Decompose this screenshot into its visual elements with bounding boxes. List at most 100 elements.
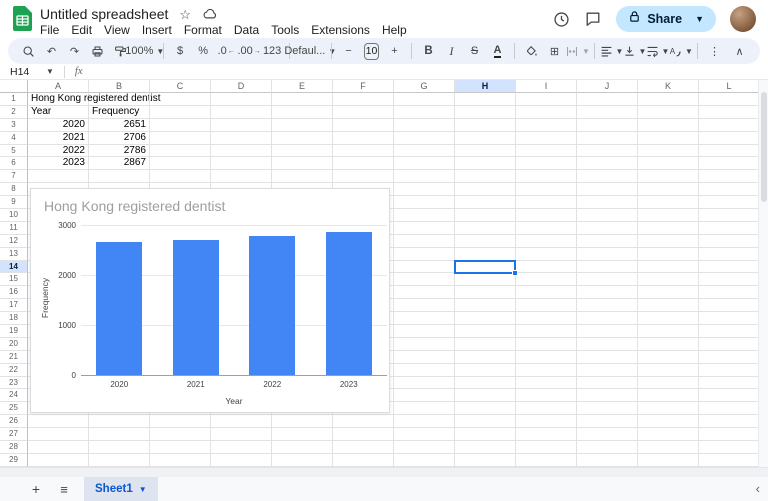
column-header-e[interactable]: E: [272, 80, 333, 93]
cell-g15[interactable]: [394, 273, 455, 287]
cell-j16[interactable]: [577, 286, 638, 300]
row-header-4[interactable]: 4: [0, 131, 28, 145]
column-header-i[interactable]: I: [516, 80, 577, 93]
cell-j13[interactable]: [577, 247, 638, 261]
cell-g19[interactable]: [394, 325, 455, 338]
cell-i7[interactable]: [516, 170, 577, 184]
cell-k7[interactable]: [638, 170, 699, 184]
cell-l1[interactable]: [699, 93, 758, 106]
cell-i24[interactable]: [516, 389, 577, 403]
cell-g16[interactable]: [394, 286, 455, 300]
vertical-scrollbar-thumb[interactable]: [761, 92, 767, 202]
cell-l9[interactable]: [699, 196, 758, 210]
cell-j9[interactable]: [577, 196, 638, 210]
cell-k3[interactable]: [638, 118, 699, 132]
increase-font-size-button[interactable]: +: [384, 40, 405, 62]
column-header-j[interactable]: J: [577, 80, 638, 93]
cell-d1[interactable]: [211, 93, 272, 106]
add-sheet-button[interactable]: +: [24, 481, 48, 497]
row-header-19[interactable]: 19: [0, 325, 28, 338]
cell-h15[interactable]: [455, 273, 516, 287]
cell-e5[interactable]: [272, 144, 333, 158]
cell-k27[interactable]: [638, 428, 699, 442]
sheet-tab-sheet1[interactable]: Sheet1 ▼: [84, 477, 158, 501]
cell-b1[interactable]: [89, 93, 150, 106]
cell-l24[interactable]: [699, 389, 758, 403]
cell-i28[interactable]: [516, 441, 577, 454]
more-button[interactable]: ⋮: [704, 40, 725, 62]
cell-c29[interactable]: [150, 453, 211, 467]
column-header-f[interactable]: F: [333, 80, 394, 93]
decrease-font-size-button[interactable]: −: [338, 40, 359, 62]
cell-k6[interactable]: [638, 157, 699, 171]
hide-toolbar-button[interactable]: ∧: [729, 40, 750, 62]
cell-j3[interactable]: [577, 118, 638, 132]
cell-b6[interactable]: 2867: [89, 157, 150, 171]
cell-g6[interactable]: [394, 157, 455, 171]
row-header-20[interactable]: 20: [0, 337, 28, 351]
cell-h2[interactable]: [455, 105, 516, 119]
row-header-24[interactable]: 24: [0, 389, 28, 403]
cell-l10[interactable]: [699, 209, 758, 222]
cell-l22[interactable]: [699, 364, 758, 377]
cell-g7[interactable]: [394, 170, 455, 184]
row-header-18[interactable]: 18: [0, 312, 28, 326]
cell-h20[interactable]: [455, 337, 516, 351]
row-header-25[interactable]: 25: [0, 402, 28, 416]
row-header-8[interactable]: 8: [0, 183, 28, 197]
italic-button[interactable]: I: [441, 40, 462, 62]
cell-g29[interactable]: [394, 453, 455, 467]
print-button[interactable]: [87, 40, 108, 62]
name-box-caret-icon[interactable]: ▼: [46, 67, 54, 76]
cell-g4[interactable]: [394, 131, 455, 145]
cell-i14[interactable]: [516, 260, 577, 274]
cell-d4[interactable]: [211, 131, 272, 145]
cell-d27[interactable]: [211, 428, 272, 442]
cell-l21[interactable]: [699, 351, 758, 364]
star-icon[interactable]: ☆: [179, 8, 191, 21]
version-history-icon[interactable]: [552, 10, 570, 28]
cell-k20[interactable]: [638, 337, 699, 351]
cell-l19[interactable]: [699, 325, 758, 338]
fill-handle[interactable]: [512, 269, 518, 276]
cell-d7[interactable]: [211, 170, 272, 184]
font-size[interactable]: 10: [361, 40, 382, 62]
cell-k9[interactable]: [638, 196, 699, 210]
cell-h27[interactable]: [455, 428, 516, 442]
cell-c28[interactable]: [150, 441, 211, 454]
cell-g5[interactable]: [394, 144, 455, 158]
cell-j7[interactable]: [577, 170, 638, 184]
vertical-scrollbar[interactable]: [758, 80, 768, 467]
cell-i4[interactable]: [516, 131, 577, 145]
cell-g12[interactable]: [394, 234, 455, 248]
row-header-14[interactable]: 14: [0, 260, 28, 274]
cell-l11[interactable]: [699, 222, 758, 235]
cell-i20[interactable]: [516, 337, 577, 351]
menu-item-help[interactable]: Help: [376, 22, 413, 38]
cell-l13[interactable]: [699, 248, 758, 261]
cell-c3[interactable]: [150, 118, 211, 132]
cell-f26[interactable]: [333, 415, 394, 429]
cell-k29[interactable]: [638, 453, 699, 467]
cell-l18[interactable]: [699, 312, 758, 326]
column-header-l[interactable]: L: [699, 80, 758, 93]
column-header-g[interactable]: G: [394, 80, 455, 93]
cell-j1[interactable]: [577, 93, 638, 106]
cell-j4[interactable]: [577, 131, 638, 145]
cell-d2[interactable]: [211, 105, 272, 119]
share-button[interactable]: Share ▼: [616, 6, 716, 32]
cloud-status-icon[interactable]: [202, 6, 218, 22]
fill-color-button[interactable]: [521, 40, 542, 62]
cell-k4[interactable]: [638, 131, 699, 145]
cell-i16[interactable]: [516, 286, 577, 300]
cell-i12[interactable]: [516, 234, 577, 248]
cell-g1[interactable]: [394, 93, 455, 106]
font-size-input[interactable]: 10: [364, 42, 379, 60]
cell-l15[interactable]: [699, 273, 758, 287]
cell-h23[interactable]: [455, 376, 516, 390]
cell-j26[interactable]: [577, 415, 638, 429]
cell-k23[interactable]: [638, 376, 699, 390]
cell-g10[interactable]: [394, 209, 455, 222]
cell-f3[interactable]: [333, 118, 394, 132]
merge-cells-button[interactable]: ▼: [567, 40, 590, 62]
